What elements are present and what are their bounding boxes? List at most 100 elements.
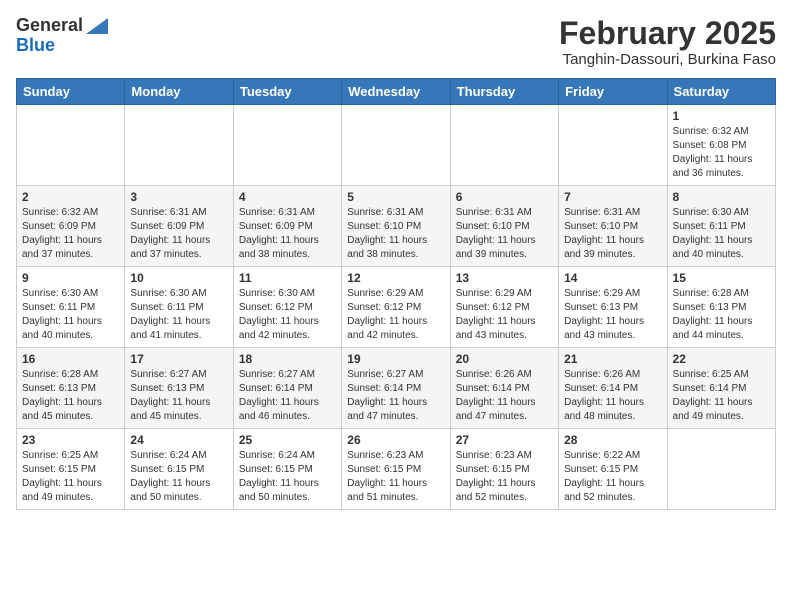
day-info: Sunrise: 6:28 AM Sunset: 6:13 PM Dayligh… bbox=[673, 287, 770, 343]
location-title: Tanghin-Dassouri, Burkina Faso bbox=[559, 51, 776, 68]
day-number: 17 bbox=[130, 352, 227, 366]
day-number: 11 bbox=[239, 271, 336, 285]
calendar-cell: 5 Sunrise: 6:31 AM Sunset: 6:10 PM Daylig… bbox=[342, 186, 450, 267]
day-number: 6 bbox=[456, 190, 553, 204]
day-number: 25 bbox=[239, 433, 336, 447]
calendar-week-row: 9 Sunrise: 6:30 AM Sunset: 6:11 PM Daylig… bbox=[17, 267, 776, 348]
day-info: Sunrise: 6:29 AM Sunset: 6:13 PM Dayligh… bbox=[564, 287, 661, 343]
day-number: 8 bbox=[673, 190, 770, 204]
day-info: Sunrise: 6:31 AM Sunset: 6:10 PM Dayligh… bbox=[456, 206, 553, 262]
calendar-cell: 20 Sunrise: 6:26 AM Sunset: 6:14 PM Dayli… bbox=[450, 348, 558, 429]
day-info: Sunrise: 6:29 AM Sunset: 6:12 PM Dayligh… bbox=[347, 287, 444, 343]
calendar-cell: 6 Sunrise: 6:31 AM Sunset: 6:10 PM Daylig… bbox=[450, 186, 558, 267]
day-number: 2 bbox=[22, 190, 119, 204]
calendar-cell: 21 Sunrise: 6:26 AM Sunset: 6:14 PM Dayli… bbox=[559, 348, 667, 429]
calendar-cell: 7 Sunrise: 6:31 AM Sunset: 6:10 PM Daylig… bbox=[559, 186, 667, 267]
day-info: Sunrise: 6:27 AM Sunset: 6:14 PM Dayligh… bbox=[239, 368, 336, 424]
calendar-week-row: 2 Sunrise: 6:32 AM Sunset: 6:09 PM Daylig… bbox=[17, 186, 776, 267]
calendar-cell: 12 Sunrise: 6:29 AM Sunset: 6:12 PM Dayli… bbox=[342, 267, 450, 348]
calendar-day-header: Monday bbox=[125, 79, 233, 105]
calendar-cell: 3Sunrise: 6:31 AM Sunset: 6:09 PM Daylig… bbox=[125, 186, 233, 267]
day-info: Sunrise: 6:27 AM Sunset: 6:13 PM Dayligh… bbox=[130, 368, 227, 424]
calendar-day-header: Saturday bbox=[667, 79, 775, 105]
day-info: Sunrise: 6:24 AM Sunset: 6:15 PM Dayligh… bbox=[130, 449, 227, 505]
calendar-cell: 2 Sunrise: 6:32 AM Sunset: 6:09 PM Daylig… bbox=[17, 186, 125, 267]
calendar-cell: 27Sunrise: 6:23 AM Sunset: 6:15 PM Dayli… bbox=[450, 429, 558, 510]
day-number: 13 bbox=[456, 271, 553, 285]
day-number: 1 bbox=[673, 109, 770, 123]
calendar-week-row: 23 Sunrise: 6:25 AM Sunset: 6:15 PM Dayli… bbox=[17, 429, 776, 510]
day-number: 21 bbox=[564, 352, 661, 366]
calendar-cell: 17 Sunrise: 6:27 AM Sunset: 6:13 PM Dayli… bbox=[125, 348, 233, 429]
title-block: February 2025 Tanghin-Dassouri, Burkina … bbox=[559, 16, 776, 68]
logo-blue-text: Blue bbox=[16, 36, 108, 56]
day-info: Sunrise: 6:32 AM Sunset: 6:09 PM Dayligh… bbox=[22, 206, 119, 262]
calendar-cell: 19Sunrise: 6:27 AM Sunset: 6:14 PM Dayli… bbox=[342, 348, 450, 429]
calendar-cell: 9Sunrise: 6:30 AM Sunset: 6:11 PM Daylig… bbox=[17, 267, 125, 348]
day-number: 16 bbox=[22, 352, 119, 366]
calendar-cell: 28 Sunrise: 6:22 AM Sunset: 6:15 PM Dayli… bbox=[559, 429, 667, 510]
day-info: Sunrise: 6:31 AM Sunset: 6:10 PM Dayligh… bbox=[564, 206, 661, 262]
day-info: Sunrise: 6:30 AM Sunset: 6:12 PM Dayligh… bbox=[239, 287, 336, 343]
day-number: 27 bbox=[456, 433, 553, 447]
day-number: 9 bbox=[22, 271, 119, 285]
calendar-cell bbox=[342, 105, 450, 186]
calendar-cell: 10 Sunrise: 6:30 AM Sunset: 6:11 PM Dayli… bbox=[125, 267, 233, 348]
calendar-cell bbox=[450, 105, 558, 186]
calendar-week-row: 1Sunrise: 6:32 AM Sunset: 6:08 PM Daylig… bbox=[17, 105, 776, 186]
day-number: 4 bbox=[239, 190, 336, 204]
calendar-cell: 22Sunrise: 6:25 AM Sunset: 6:14 PM Dayli… bbox=[667, 348, 775, 429]
day-info: Sunrise: 6:30 AM Sunset: 6:11 PM Dayligh… bbox=[130, 287, 227, 343]
calendar-cell bbox=[667, 429, 775, 510]
day-number: 24 bbox=[130, 433, 227, 447]
calendar-cell: 24 Sunrise: 6:24 AM Sunset: 6:15 PM Dayli… bbox=[125, 429, 233, 510]
day-number: 7 bbox=[564, 190, 661, 204]
day-number: 14 bbox=[564, 271, 661, 285]
day-number: 10 bbox=[130, 271, 227, 285]
calendar-cell: 4Sunrise: 6:31 AM Sunset: 6:09 PM Daylig… bbox=[233, 186, 341, 267]
day-number: 23 bbox=[22, 433, 119, 447]
calendar-day-header: Friday bbox=[559, 79, 667, 105]
day-number: 15 bbox=[673, 271, 770, 285]
day-info: Sunrise: 6:25 AM Sunset: 6:15 PM Dayligh… bbox=[22, 449, 119, 505]
logo-icon bbox=[86, 18, 108, 34]
calendar-header-row: SundayMondayTuesdayWednesdayThursdayFrid… bbox=[17, 79, 776, 105]
day-info: Sunrise: 6:26 AM Sunset: 6:14 PM Dayligh… bbox=[456, 368, 553, 424]
day-number: 5 bbox=[347, 190, 444, 204]
day-info: Sunrise: 6:26 AM Sunset: 6:14 PM Dayligh… bbox=[564, 368, 661, 424]
calendar-cell: 18 Sunrise: 6:27 AM Sunset: 6:14 PM Dayli… bbox=[233, 348, 341, 429]
day-number: 28 bbox=[564, 433, 661, 447]
day-info: Sunrise: 6:25 AM Sunset: 6:14 PM Dayligh… bbox=[673, 368, 770, 424]
calendar-cell bbox=[17, 105, 125, 186]
calendar-cell: 25 Sunrise: 6:24 AM Sunset: 6:15 PM Dayli… bbox=[233, 429, 341, 510]
day-info: Sunrise: 6:31 AM Sunset: 6:10 PM Dayligh… bbox=[347, 206, 444, 262]
page-header: General Blue February 2025 Tanghin-Dasso… bbox=[16, 16, 776, 68]
day-number: 18 bbox=[239, 352, 336, 366]
calendar-cell: 23 Sunrise: 6:25 AM Sunset: 6:15 PM Dayli… bbox=[17, 429, 125, 510]
calendar-day-header: Sunday bbox=[17, 79, 125, 105]
day-number: 12 bbox=[347, 271, 444, 285]
calendar-cell: 16 Sunrise: 6:28 AM Sunset: 6:13 PM Dayli… bbox=[17, 348, 125, 429]
calendar-week-row: 16 Sunrise: 6:28 AM Sunset: 6:13 PM Dayli… bbox=[17, 348, 776, 429]
calendar-day-header: Thursday bbox=[450, 79, 558, 105]
day-info: Sunrise: 6:22 AM Sunset: 6:15 PM Dayligh… bbox=[564, 449, 661, 505]
day-info: Sunrise: 6:30 AM Sunset: 6:11 PM Dayligh… bbox=[673, 206, 770, 262]
day-number: 20 bbox=[456, 352, 553, 366]
calendar-day-header: Wednesday bbox=[342, 79, 450, 105]
day-info: Sunrise: 6:24 AM Sunset: 6:15 PM Dayligh… bbox=[239, 449, 336, 505]
day-number: 19 bbox=[347, 352, 444, 366]
calendar-cell: 8 Sunrise: 6:30 AM Sunset: 6:11 PM Daylig… bbox=[667, 186, 775, 267]
day-number: 26 bbox=[347, 433, 444, 447]
calendar-cell: 13 Sunrise: 6:29 AM Sunset: 6:12 PM Dayli… bbox=[450, 267, 558, 348]
day-info: Sunrise: 6:28 AM Sunset: 6:13 PM Dayligh… bbox=[22, 368, 119, 424]
calendar-cell bbox=[559, 105, 667, 186]
logo: General Blue bbox=[16, 16, 108, 56]
calendar-cell bbox=[125, 105, 233, 186]
day-info: Sunrise: 6:31 AM Sunset: 6:09 PM Dayligh… bbox=[130, 206, 227, 262]
month-title: February 2025 bbox=[559, 16, 776, 51]
calendar-cell: 14 Sunrise: 6:29 AM Sunset: 6:13 PM Dayli… bbox=[559, 267, 667, 348]
calendar-cell bbox=[233, 105, 341, 186]
day-info: Sunrise: 6:29 AM Sunset: 6:12 PM Dayligh… bbox=[456, 287, 553, 343]
logo-general-text: General bbox=[16, 16, 83, 36]
calendar-table: SundayMondayTuesdayWednesdayThursdayFrid… bbox=[16, 78, 776, 510]
